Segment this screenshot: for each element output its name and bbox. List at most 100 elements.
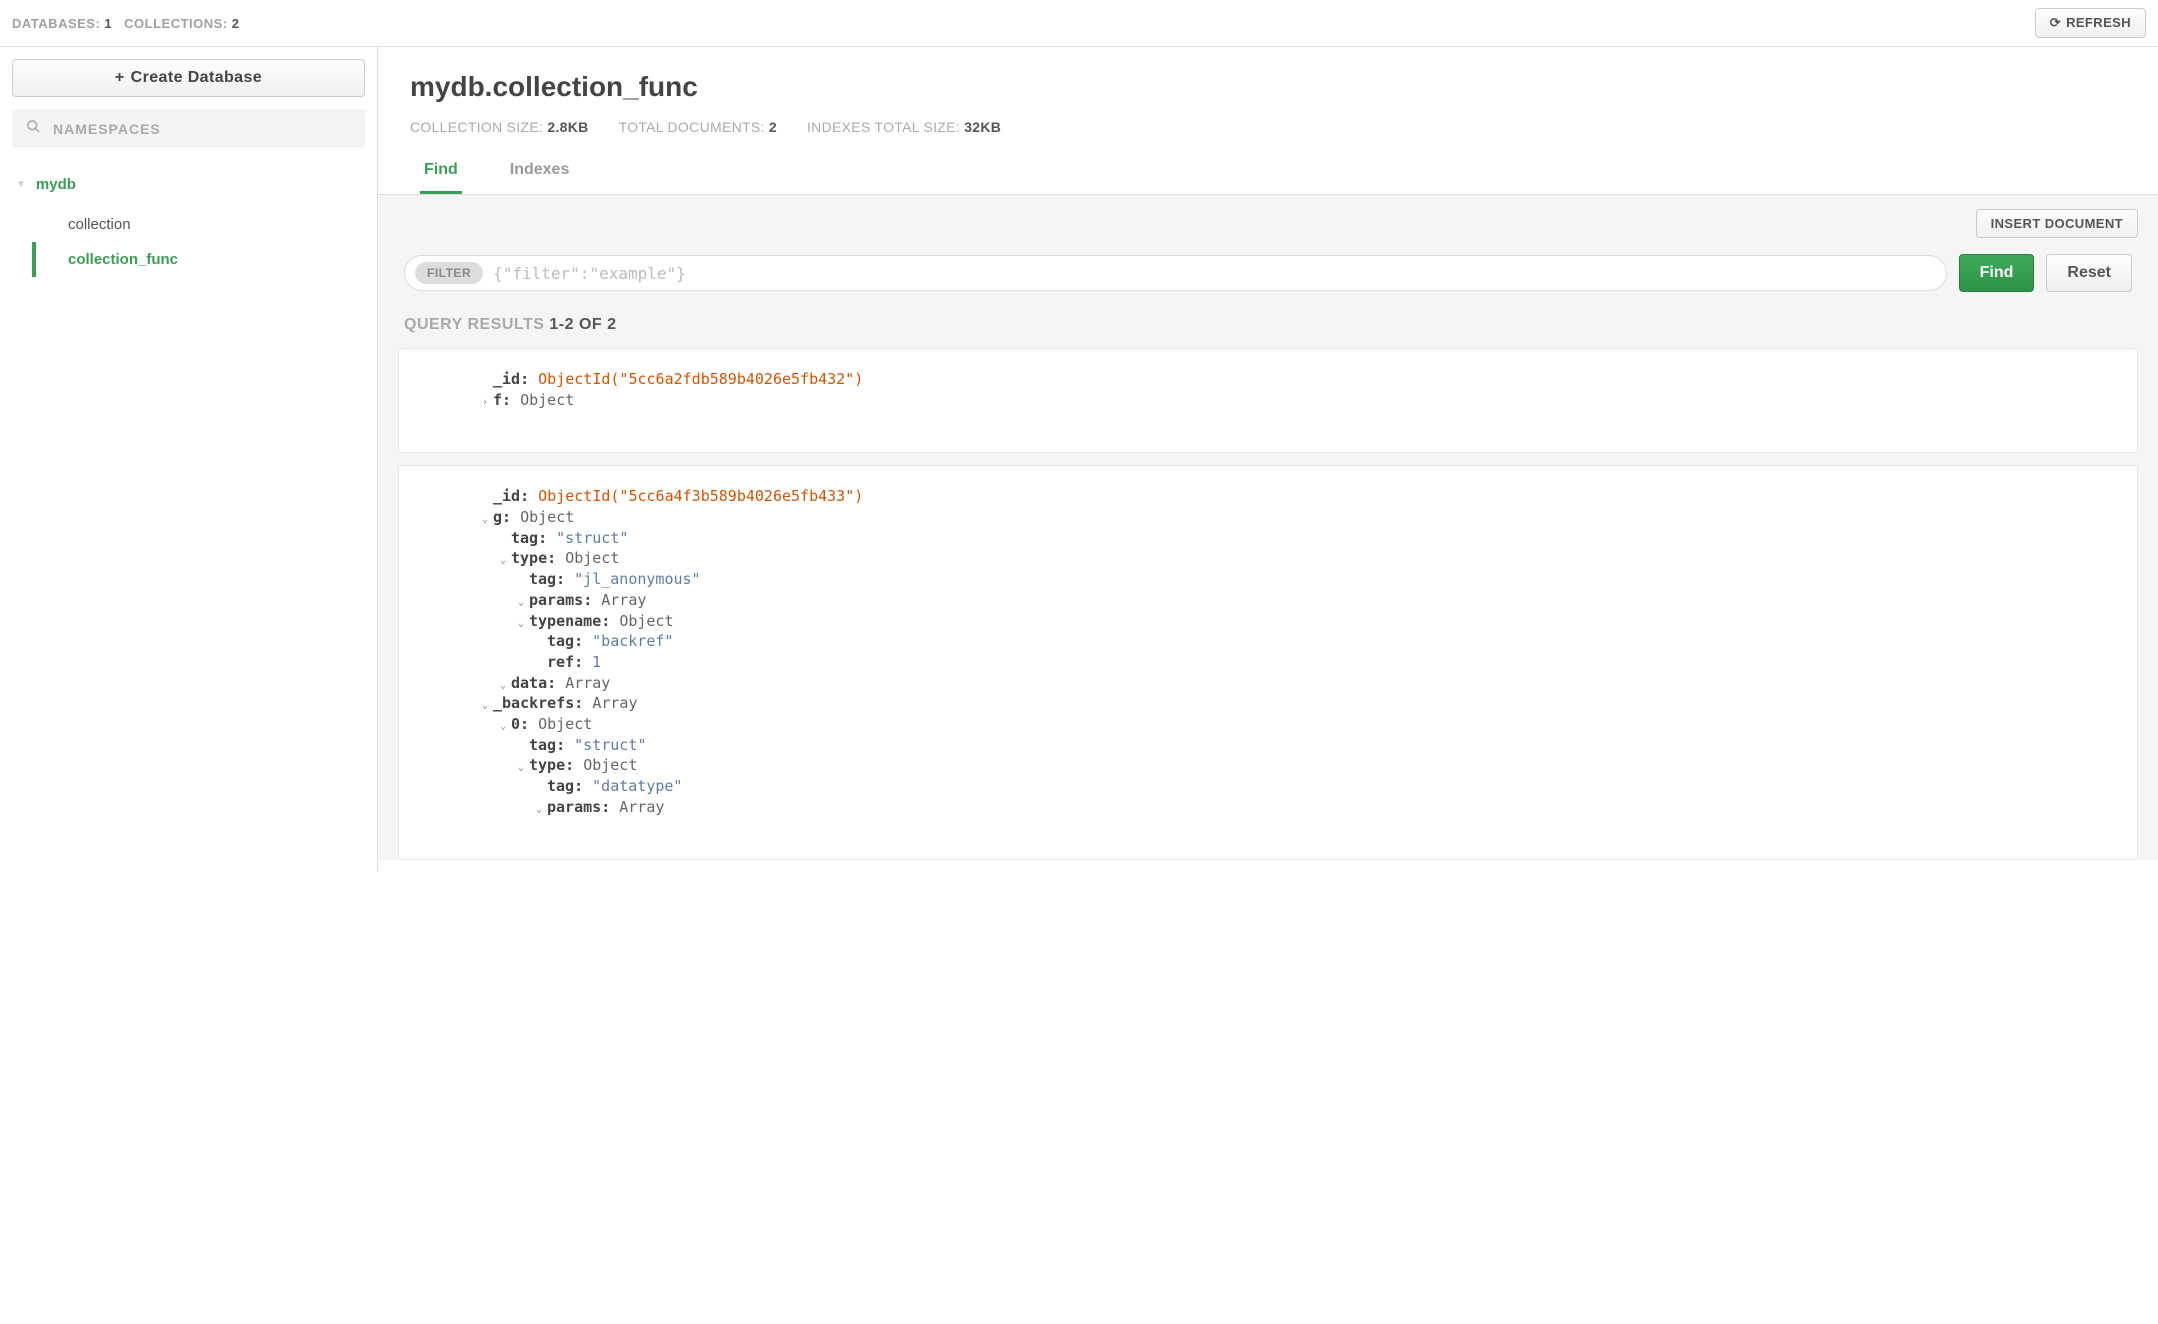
chevron-down-icon[interactable]: ⌄ [497,720,509,734]
databases-label: DATABASES: [12,16,100,31]
colon: : [547,549,565,567]
query-results-range: 1-2 OF 2 [549,316,616,333]
topbar-stats: DATABASES: 1 COLLECTIONS: 2 [12,16,240,31]
doc-field-row: tag: "struct" [479,528,2109,549]
chevron-down-icon[interactable]: ⌄ [533,803,545,817]
chevron-down-icon[interactable]: ⌄ [497,554,509,568]
colon: : [583,591,601,609]
refresh-button-label: REFRESH [2066,15,2131,30]
field-key: 0 [511,715,520,733]
chevron-down-icon[interactable]: ⌄ [479,513,491,527]
colon: : [601,612,619,630]
colon: : [556,736,574,754]
doc-field-row: ⌄_backrefs: Array [479,693,2109,714]
colon: : [574,694,592,712]
field-key: _id [493,370,520,388]
sidebar-collection-collection_func[interactable]: collection_func [32,242,365,277]
colon: : [520,370,538,388]
field-value: ObjectId("5cc6a2fdb589b4026e5fb432") [538,370,863,388]
query-results-header: QUERY RESULTS 1-2 OF 2 [398,316,2138,334]
chevron-down-icon: ▼ [16,179,26,190]
chevron-down-icon[interactable]: ⌄ [497,679,509,693]
refresh-icon: ⟳ [2050,15,2061,31]
collections-count: 2 [232,16,240,31]
main: mydb.collection_func COLLECTION SIZE: 2.… [378,47,2158,872]
field-value: Object [565,549,619,567]
doc-field-row: ⌄g: Object [479,507,2109,528]
field-key: data [511,674,547,692]
doc-field-row: ⌄type: Object [479,548,2109,569]
field-value: Array [601,591,646,609]
search-icon [26,119,41,138]
namespace-search-input[interactable] [53,121,351,137]
field-value: "jl_anonymous" [574,570,700,588]
chevron-down-icon[interactable]: ⌄ [515,596,527,610]
filter-pill: FILTER [415,262,483,284]
field-key: ref [547,653,574,671]
filter-input[interactable] [493,264,1936,283]
colon: : [601,798,619,816]
filter-box[interactable]: FILTER [404,255,1947,291]
db-node-mydb[interactable]: ▼ mydb [16,170,365,207]
namespace-search[interactable] [12,109,365,148]
documents-list: _id: ObjectId("5cc6a2fdb589b4026e5fb432"… [398,348,2138,860]
doc-field-row: tag: "datatype" [479,776,2109,797]
field-key: params [547,798,601,816]
index-size-value: 32KB [964,119,1001,135]
reset-button[interactable]: Reset [2046,254,2132,292]
colon: : [520,487,538,505]
field-key: tag [547,632,574,650]
colon: : [538,529,556,547]
doc-field-row: tag: "backref" [479,631,2109,652]
tab-find[interactable]: Find [420,153,462,194]
refresh-button[interactable]: ⟳ REFRESH [2035,8,2146,38]
field-key: type [529,756,565,774]
field-key: _id [493,487,520,505]
doc-field-row: ref: 1 [479,652,2109,673]
field-key: f [493,391,502,409]
field-value: Object [520,508,574,526]
sidebar: +Create Database ▼ mydb collectioncollec… [0,47,378,872]
doc-field-row: ⌄data: Array [479,673,2109,694]
document-card: _id: ObjectId("5cc6a2fdb589b4026e5fb432"… [398,348,2138,453]
field-value: "datatype" [592,777,682,795]
insert-document-button[interactable]: INSERT DOCUMENT [1976,209,2138,238]
index-size-label: INDEXES TOTAL SIZE: [807,119,960,135]
colon: : [574,632,592,650]
colon: : [502,508,520,526]
field-key: g [493,508,502,526]
collections-label: COLLECTIONS: [124,16,228,31]
sidebar-collection-collection[interactable]: collection [50,207,365,242]
colon: : [502,391,520,409]
chevron-down-icon[interactable]: ⌄ [515,761,527,775]
chevron-right-icon[interactable]: › [479,396,491,410]
collection-list: collectioncollection_func [16,207,365,277]
colon: : [574,653,592,671]
field-value: "struct" [556,529,628,547]
field-value: Object [583,756,637,774]
field-key: params [529,591,583,609]
document-card: _id: ObjectId("5cc6a4f3b589b4026e5fb433"… [398,465,2138,860]
tab-indexes[interactable]: Indexes [506,153,574,194]
field-value: Array [619,798,664,816]
databases-count: 1 [104,16,112,31]
chevron-down-icon[interactable]: ⌄ [479,699,491,713]
doc-field-row: _id: ObjectId("5cc6a2fdb589b4026e5fb432"… [479,369,2109,390]
doc-field-row: _id: ObjectId("5cc6a4f3b589b4026e5fb433"… [479,486,2109,507]
db-name-label: mydb [36,176,76,193]
field-value: Object [520,391,574,409]
doc-field-row: tag: "struct" [479,735,2109,756]
field-value: Array [592,694,637,712]
colon: : [547,674,565,692]
field-key: _backrefs [493,694,574,712]
tabs: Find Indexes [410,153,2126,194]
field-key: tag [529,570,556,588]
chevron-down-icon[interactable]: ⌄ [515,617,527,631]
colon: : [556,570,574,588]
coll-size-value: 2.8KB [547,119,588,135]
doc-field-row: ›f: Object [479,390,2109,411]
field-value: ObjectId("5cc6a4f3b589b4026e5fb433") [538,487,863,505]
db-tree: ▼ mydb collectioncollection_func [12,170,365,277]
find-button[interactable]: Find [1959,254,2035,292]
create-database-button[interactable]: +Create Database [12,59,365,97]
